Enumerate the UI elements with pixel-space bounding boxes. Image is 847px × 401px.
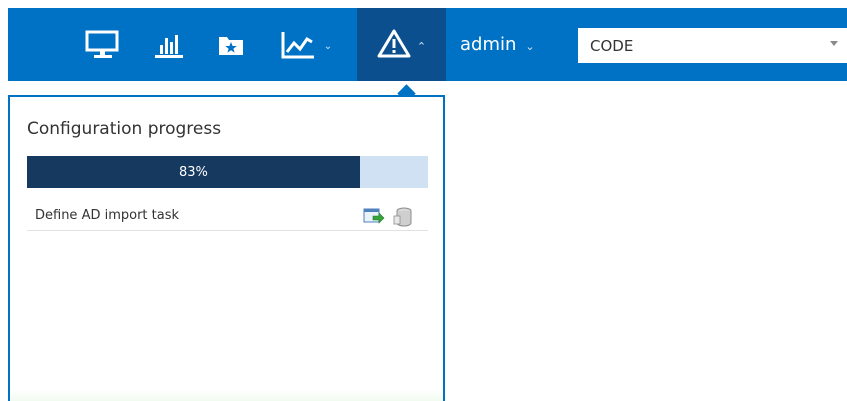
progress-label: 83% — [178, 164, 208, 180]
favorites-folder-icon — [217, 32, 245, 58]
code-select[interactable]: CODE — [578, 28, 847, 63]
popup-bottom-edge — [10, 389, 443, 401]
top-navigation-bar: ⌄ ⌃ admin ⌄ CODE — [8, 8, 847, 81]
user-menu[interactable]: admin ⌄ — [460, 8, 535, 81]
favorites-button[interactable] — [208, 8, 254, 81]
user-name: admin — [460, 34, 517, 55]
chevron-up-icon: ⌃ — [416, 39, 427, 53]
execute-task-icon[interactable] — [363, 207, 385, 229]
code-select-value: CODE — [590, 36, 634, 55]
chevron-down-icon: ⌄ — [323, 40, 333, 52]
task-row[interactable]: Define AD import task — [27, 201, 428, 231]
line-chart-icon — [280, 30, 318, 60]
monitor-icon — [85, 30, 121, 60]
bar-chart-icon — [153, 31, 185, 59]
warning-icon — [377, 28, 411, 62]
warnings-menu-button[interactable]: ⌃ — [357, 8, 446, 81]
analytics-menu-button[interactable]: ⌄ — [268, 8, 344, 81]
configuration-progress-popup: Configuration progress 83% Define AD imp… — [8, 95, 445, 401]
popup-title: Configuration progress — [27, 119, 222, 139]
configuration-progress-bar: 83% — [27, 156, 428, 188]
monitor-button[interactable] — [76, 8, 130, 81]
task-label: Define AD import task — [35, 208, 180, 223]
reports-button[interactable] — [144, 8, 194, 81]
database-icon[interactable] — [392, 207, 414, 231]
chevron-down-icon: ⌄ — [525, 39, 535, 53]
dropdown-caret-icon — [830, 41, 838, 46]
